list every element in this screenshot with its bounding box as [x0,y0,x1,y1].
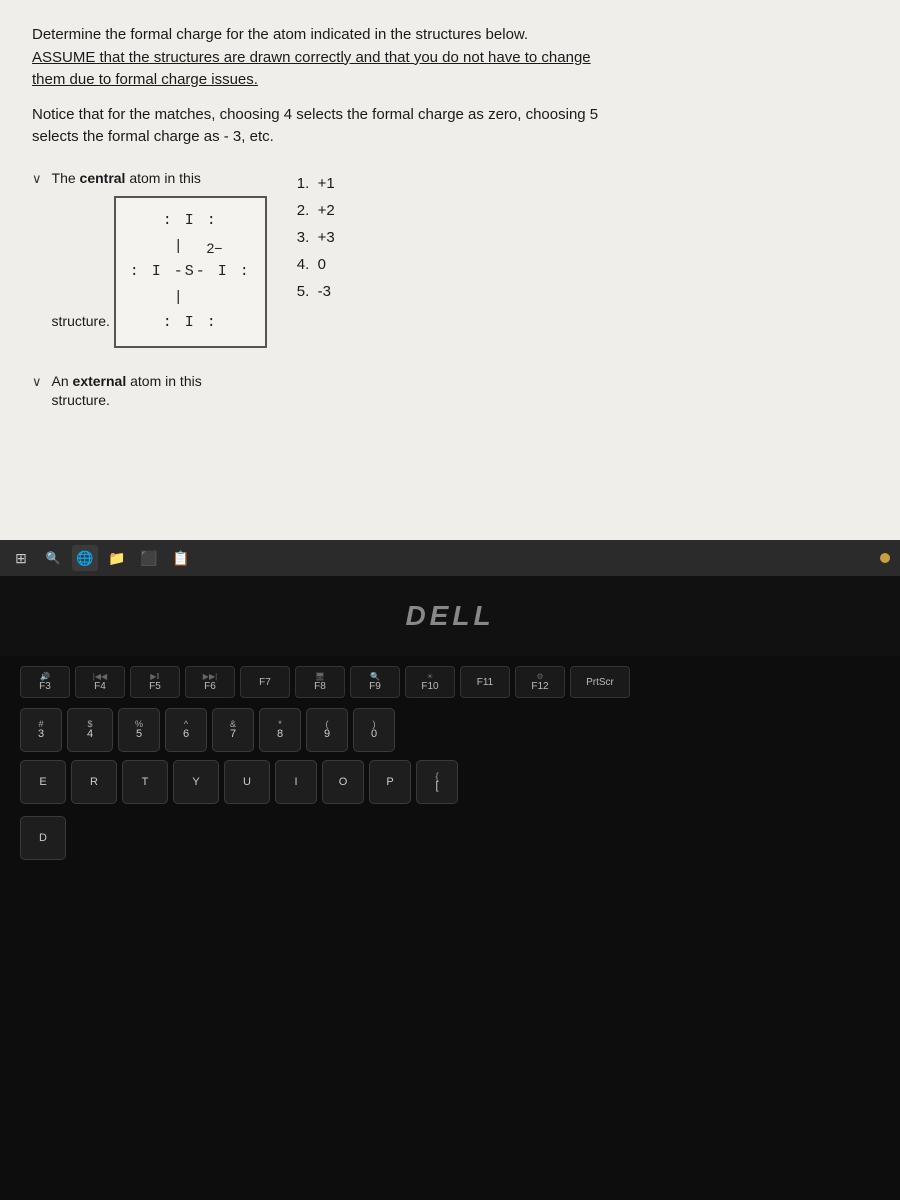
f6-key[interactable]: ▶▶| F6 [185,666,235,698]
option-4[interactable]: 4. 0 [297,256,335,273]
option-3[interactable]: 3. +3 [297,229,335,246]
key-o[interactable]: O [322,760,364,804]
taskbar-indicator [880,553,890,563]
taskbar-start-icon[interactable]: ⊞ [8,545,34,571]
f10-key[interactable]: ☀ F10 [405,666,455,698]
taskbar-browser-icon[interactable]: 🌐 [72,545,98,571]
key-r[interactable]: R [71,760,117,804]
dell-logo: DELL [405,600,494,632]
key-3[interactable]: # 3 [20,708,62,752]
taskbar-app-icon[interactable]: 📋 [168,545,194,571]
charge-label: 2− [207,240,223,256]
bottom-row: D [20,816,880,860]
key-7[interactable]: & 7 [212,708,254,752]
key-i[interactable]: I [275,760,317,804]
f12-key[interactable]: ⚙ F12 [515,666,565,698]
f9-key[interactable]: 🔍 F9 [350,666,400,698]
prtscr-key[interactable]: PrtScr [570,666,630,698]
key-u[interactable]: U [224,760,270,804]
key-6[interactable]: ^ 6 [165,708,207,752]
key-9[interactable]: ( 9 [306,708,348,752]
instruction-text: Determine the formal charge for the atom… [32,24,868,92]
key-t[interactable]: T [122,760,168,804]
key-lbrace[interactable]: { [ [416,760,458,804]
keyboard-area: 🔊 F3 |◀◀ F4 ▶‖ F5 ▶▶| F6 F7 🖥 F8 🔍 F9 ☀ … [0,656,900,1200]
taskbar-red-icon[interactable]: ⬛ [136,545,162,571]
screen-content: Determine the formal charge for the atom… [0,0,900,540]
option-1[interactable]: 1. +1 [297,175,335,192]
f11-key[interactable]: F11 [460,666,510,698]
qwerty-row: E R T Y U I O P { [ [20,760,880,804]
chevron1-icon[interactable]: ∨ [32,171,42,187]
option-5[interactable]: 5. -3 [297,283,335,300]
key-d[interactable]: D [20,816,66,860]
key-0[interactable]: ) 0 [353,708,395,752]
key-4[interactable]: $ 4 [67,708,113,752]
key-e[interactable]: E [20,760,66,804]
taskbar-folder-icon[interactable]: 📁 [104,545,130,571]
taskbar-search-icon[interactable]: 🔍 [40,545,66,571]
f8-key[interactable]: 🖥 F8 [295,666,345,698]
f4-key[interactable]: |◀◀ F4 [75,666,125,698]
key-5[interactable]: % 5 [118,708,160,752]
question1-text: The central atom in thisstructure. : I :… [52,169,267,348]
key-y[interactable]: Y [173,760,219,804]
f3-key[interactable]: 🔊 F3 [20,666,70,698]
key-8[interactable]: * 8 [259,708,301,752]
left-panel: ∨ The central atom in thisstructure. : I… [32,169,267,411]
question-area: ∨ The central atom in thisstructure. : I… [32,169,868,411]
taskbar: ⊞ 🔍 🌐 📁 ⬛ 📋 [0,540,900,576]
lewis-structure-box: : I : | : I ‑S‑ I : | : I : [114,196,267,348]
question2-row: ∨ An external atom in thisstructure. [32,372,267,411]
f7-key[interactable]: F7 [240,666,290,698]
chevron2-icon[interactable]: ∨ [32,374,42,390]
question1-row: ∨ The central atom in thisstructure. : I… [32,169,267,348]
fkey-row: 🔊 F3 |◀◀ F4 ▶‖ F5 ▶▶| F6 F7 🖥 F8 🔍 F9 ☀ … [20,666,880,698]
number-row: # 3 $ 4 % 5 ^ 6 & 7 * 8 ( 9 ) 0 [20,708,880,752]
option-2[interactable]: 2. +2 [297,202,335,219]
question2-text: An external atom in thisstructure. [52,372,202,411]
options-panel: 1. +1 2. +2 3. +3 4. 0 5. -3 [297,175,335,411]
key-p[interactable]: P [369,760,411,804]
f5-key[interactable]: ▶‖ F5 [130,666,180,698]
notice-text: Notice that for the matches, choosing 4 … [32,104,868,149]
dell-logo-area: DELL [0,576,900,656]
